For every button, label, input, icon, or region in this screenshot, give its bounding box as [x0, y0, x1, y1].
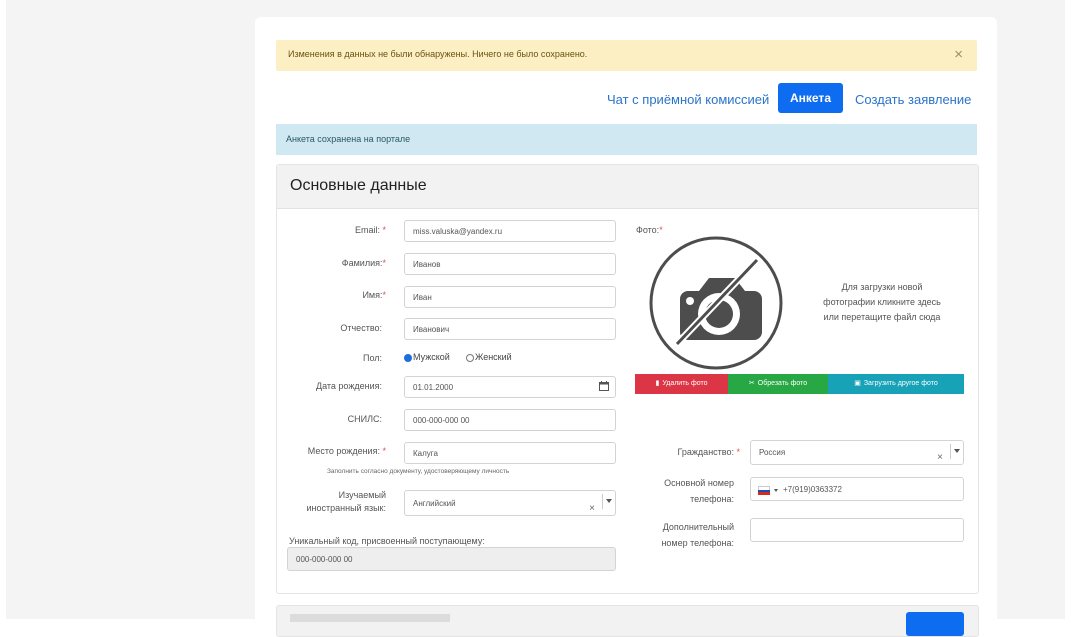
clear-icon[interactable]: ×	[589, 496, 595, 521]
upload-photo-label: Загрузить другое фото	[863, 380, 938, 387]
language-select[interactable]: Английский ×	[404, 490, 616, 516]
language-label-line1: Изучаемый	[338, 490, 386, 500]
snils-field[interactable]	[404, 409, 616, 431]
phone-extra-label-line2: номер телефона:	[661, 538, 734, 548]
russia-flag-icon[interactable]	[758, 486, 770, 495]
warning-alert: Изменения в данных не были обнаружены. Н…	[276, 40, 977, 71]
citizenship-select[interactable]: Россия ×	[750, 440, 964, 465]
code-field	[287, 547, 616, 571]
birthdate-label: Дата рождения:	[316, 381, 382, 391]
select-divider	[602, 494, 603, 509]
phone-extra-label-line1: Дополнительный	[662, 522, 734, 532]
next-section-button[interactable]	[906, 612, 964, 636]
lastname-label: Фамилия:*	[341, 258, 386, 268]
delete-photo-button[interactable]: ▮ Удалить фото	[635, 374, 728, 394]
birthplace-label: Место рождения: *	[307, 446, 386, 456]
photo-hint-line3: или перетащите файл сюда	[823, 312, 941, 322]
chevron-down-icon[interactable]	[606, 499, 612, 503]
info-alert: Анкета сохранена на портале	[276, 124, 977, 155]
birthdate-value: 01.01.2000	[413, 383, 454, 392]
email-field[interactable]	[404, 220, 616, 242]
anketa-tab-button[interactable]: Анкета	[778, 83, 843, 113]
select-divider	[950, 444, 951, 459]
gender-label: Пол:	[362, 353, 382, 363]
chevron-down-icon[interactable]	[774, 489, 778, 492]
close-icon[interactable]: ×	[954, 46, 963, 63]
gender-male-label: Мужской	[413, 352, 450, 362]
image-icon: ▣	[854, 380, 861, 387]
card-header: Основные данные	[277, 165, 978, 209]
language-value: Английский	[413, 499, 456, 508]
warning-alert-text: Изменения в данных не были обнаружены. Н…	[288, 49, 588, 59]
lastname-field[interactable]	[404, 253, 616, 275]
trash-icon: ▮	[655, 380, 660, 387]
phone-main-label-line2: телефона:	[690, 494, 734, 504]
crop-photo-button[interactable]: ✂ Обрезать фото	[728, 374, 828, 394]
calendar-icon[interactable]	[599, 381, 609, 391]
citizenship-label: Гражданство: *	[677, 447, 740, 457]
crop-photo-label: Обрезать фото	[757, 380, 808, 387]
birthplace-field[interactable]	[404, 442, 616, 464]
snils-label: СНИЛС:	[347, 414, 382, 424]
camera-placeholder-icon[interactable]	[647, 234, 785, 372]
citizenship-value: Россия	[759, 448, 786, 457]
gender-male-radio[interactable]	[404, 354, 412, 362]
photo-hint-line1: Для загрузки новой	[841, 282, 923, 292]
delete-photo-label: Удалить фото	[662, 380, 708, 387]
birthplace-hint: Заполнить согласно документу, удостоверя…	[327, 468, 510, 475]
next-section-title	[290, 614, 450, 622]
photo-hint-line2: фотографии кликните здесь	[823, 297, 941, 307]
patronymic-field[interactable]	[404, 318, 616, 340]
scissors-icon: ✂	[748, 380, 755, 387]
firstname-field[interactable]	[404, 286, 616, 308]
card-title: Основные данные	[290, 177, 427, 194]
patronymic-label: Отчество:	[340, 323, 382, 333]
upload-photo-button[interactable]: ▣ Загрузить другое фото	[828, 374, 964, 394]
firstname-label: Имя:*	[362, 290, 386, 300]
next-section-card	[276, 605, 979, 637]
phone-extra-field[interactable]	[750, 518, 964, 542]
chat-admissions-link[interactable]: Чат с приёмной комиссией	[607, 92, 769, 107]
info-alert-text: Анкета сохранена на портале	[286, 134, 411, 144]
chevron-down-icon[interactable]	[954, 449, 960, 453]
gender-female-label: Женский	[475, 352, 512, 362]
create-application-link[interactable]: Создать заявление	[855, 92, 971, 107]
photo-upload-hint[interactable]: Для загрузки новой фотографии кликните з…	[808, 280, 956, 325]
language-label-line2: иностранный язык:	[306, 503, 386, 513]
phone-main-value: +7(919)0363372	[783, 485, 842, 494]
email-label: Email: *	[354, 225, 386, 235]
gender-female-radio[interactable]	[466, 354, 474, 362]
clear-icon[interactable]: ×	[937, 446, 943, 470]
phone-main-label-line1: Основной номер	[664, 478, 734, 488]
birthdate-field[interactable]: 01.01.2000	[404, 376, 616, 398]
code-label: Уникальный код, присвоенный поступающему…	[289, 536, 485, 546]
